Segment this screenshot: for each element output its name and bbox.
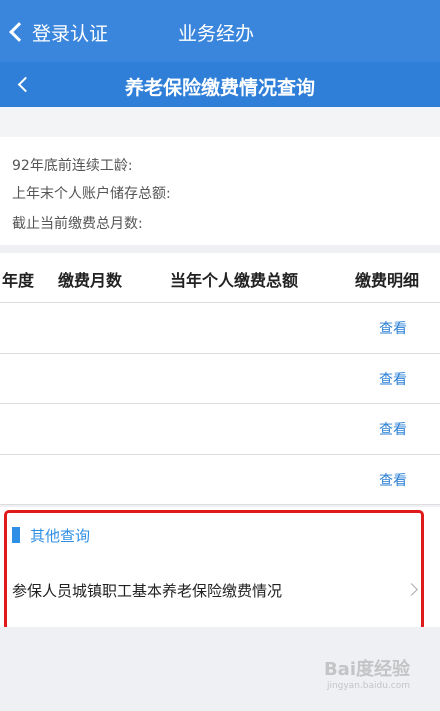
spacer bbox=[0, 107, 440, 137]
seniority-label: 92年底前连续工龄: bbox=[12, 158, 133, 174]
table-row: 查看 bbox=[0, 404, 440, 455]
payment-table: 年度 缴费月数 当年个人缴费总额 缴费明细 查看 查看 查看 查看 bbox=[0, 253, 440, 505]
back-label: 登录认证 bbox=[32, 22, 109, 45]
divider bbox=[0, 245, 440, 253]
watermark-sub: jingyan.baidu.com bbox=[326, 681, 410, 691]
chevron-left-icon bbox=[9, 22, 29, 42]
watermark-text: Bai度经验 bbox=[323, 659, 410, 680]
other-queries-section: 其他查询 参保人员城镇职工基本养老保险缴费情况 bbox=[0, 507, 440, 631]
back-to-login-button[interactable]: 登录认证 bbox=[4, 17, 108, 47]
urban-pension-query-item[interactable]: 参保人员城镇职工基本养老保险缴费情况 bbox=[0, 565, 440, 615]
table-row: 查看 bbox=[0, 354, 440, 404]
top-bar-title: 业务经办 bbox=[178, 23, 255, 45]
chevron-right-icon bbox=[405, 583, 418, 596]
summary-panel: 92年底前连续工龄: 上年末个人账户储存总额: 截止当前缴费总月数: bbox=[0, 137, 440, 245]
header-annual-total: 当年个人缴费总额 bbox=[170, 271, 299, 290]
total-months-label: 截止当前缴费总月数: bbox=[12, 216, 143, 232]
header-months: 缴费月数 bbox=[58, 271, 123, 290]
table-header: 年度 缴费月数 当年个人缴费总额 缴费明细 bbox=[0, 253, 440, 303]
header-year: 年度 bbox=[2, 271, 35, 290]
urban-pension-query-label: 参保人员城镇职工基本养老保险缴费情况 bbox=[12, 582, 283, 600]
table-row: 查看 bbox=[0, 455, 440, 505]
account-balance-label: 上年末个人账户储存总额: bbox=[12, 186, 171, 202]
view-details-link[interactable]: 查看 bbox=[379, 369, 407, 389]
footer-area: Bai度经验 jingyan.baidu.com bbox=[0, 627, 440, 711]
other-queries-title: 其他查询 bbox=[30, 527, 91, 545]
page-title: 养老保险缴费情况查询 bbox=[124, 77, 315, 99]
section-marker bbox=[12, 527, 20, 543]
table-row: 查看 bbox=[0, 303, 440, 354]
view-details-link[interactable]: 查看 bbox=[379, 318, 407, 338]
top-bar: 登录认证 业务经办 bbox=[0, 0, 440, 62]
header-details: 缴费明细 bbox=[355, 271, 420, 290]
view-details-link[interactable]: 查看 bbox=[379, 419, 407, 439]
view-details-link[interactable]: 查看 bbox=[379, 470, 407, 490]
watermark: Bai度经验 jingyan.baidu.com bbox=[324, 655, 410, 691]
nav-bar: 养老保险缴费情况查询 bbox=[0, 62, 440, 107]
